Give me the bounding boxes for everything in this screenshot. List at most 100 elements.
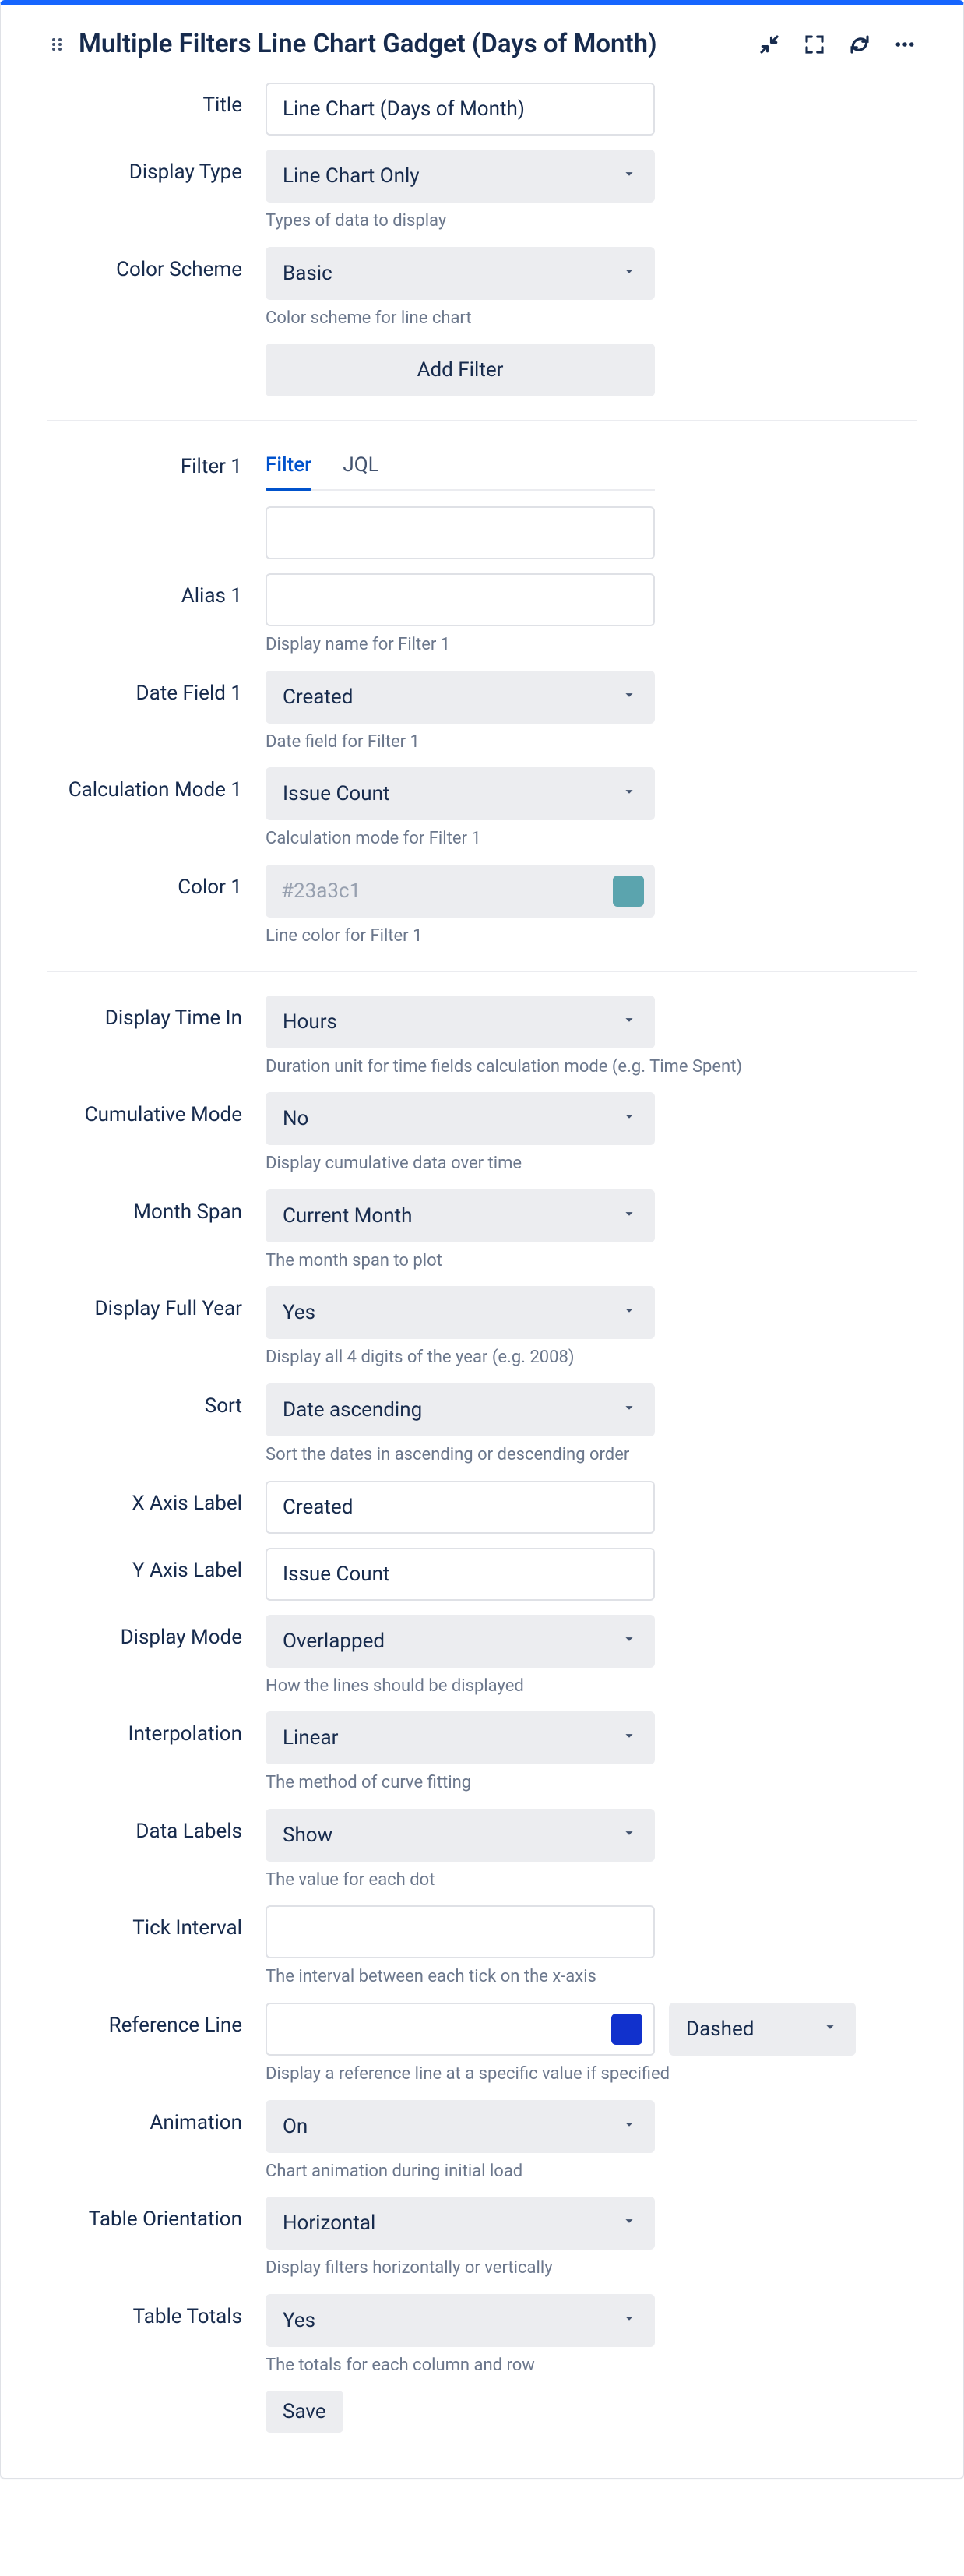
date-field1-select[interactable]: Created [266, 671, 655, 724]
label-month-span: Month Span [47, 1189, 266, 1224]
chevron-down-icon [621, 2309, 638, 2332]
color1-picker[interactable]: #23a3c1 [266, 865, 655, 918]
filter1-tabs: Filter JQL [266, 444, 655, 491]
chevron-down-icon [621, 1824, 638, 1847]
label-color1: Color 1 [47, 865, 266, 899]
helper-display-time-in: Duration unit for time fields calculatio… [266, 1056, 917, 1079]
helper-table-totals: The totals for each column and row [266, 2355, 655, 2377]
filter1-input[interactable] [266, 506, 655, 559]
display-full-year-select[interactable]: Yes [266, 1286, 655, 1339]
data-labels-value: Show [283, 1824, 332, 1847]
title-input[interactable] [266, 83, 655, 136]
label-date-field1: Date Field 1 [47, 671, 266, 705]
label-tick-interval: Tick Interval [47, 1905, 266, 1940]
display-mode-value: Overlapped [283, 1630, 385, 1653]
table-totals-select[interactable]: Yes [266, 2294, 655, 2347]
cumulative-mode-select[interactable]: No [266, 1092, 655, 1145]
label-color-scheme: Color Scheme [47, 247, 266, 281]
label-display-mode: Display Mode [47, 1615, 266, 1649]
table-orientation-value: Horizontal [283, 2211, 375, 2235]
chevron-down-icon [621, 2115, 638, 2138]
color-scheme-value: Basic [283, 262, 332, 285]
chevron-down-icon [621, 685, 638, 709]
label-reference-line: Reference Line [47, 2003, 266, 2037]
helper-calc-mode1: Calculation mode for Filter 1 [266, 828, 655, 851]
chevron-down-icon [621, 164, 638, 188]
calc-mode1-value: Issue Count [283, 782, 389, 805]
label-title: Title [47, 83, 266, 117]
minimize-icon[interactable] [758, 33, 781, 56]
helper-color-scheme: Color scheme for line chart [266, 308, 655, 330]
display-type-value: Line Chart Only [283, 164, 420, 188]
reference-line-input-wrap [266, 2003, 655, 2056]
chevron-down-icon [621, 1726, 638, 1750]
color1-swatch [613, 876, 644, 907]
helper-sort: Sort the dates in ascending or descendin… [266, 1444, 655, 1467]
table-totals-value: Yes [283, 2309, 315, 2332]
month-span-select[interactable]: Current Month [266, 1189, 655, 1242]
chevron-down-icon [822, 2017, 839, 2041]
label-table-totals: Table Totals [47, 2294, 266, 2328]
reference-line-swatch[interactable] [611, 2014, 642, 2045]
chevron-down-icon [621, 1301, 638, 1324]
display-mode-select[interactable]: Overlapped [266, 1615, 655, 1668]
chevron-down-icon [621, 262, 638, 285]
section-divider [47, 971, 917, 972]
label-cumulative-mode: Cumulative Mode [47, 1092, 266, 1126]
reference-line-style-select[interactable]: Dashed [669, 2003, 856, 2056]
refresh-icon[interactable] [848, 33, 871, 56]
sort-select[interactable]: Date ascending [266, 1383, 655, 1436]
helper-month-span: The month span to plot [266, 1250, 655, 1273]
helper-date-field1: Date field for Filter 1 [266, 731, 655, 754]
gadget-title: Multiple Filters Line Chart Gadget (Days… [79, 29, 758, 59]
helper-animation: Chart animation during initial load [266, 2161, 655, 2183]
month-span-value: Current Month [283, 1204, 412, 1228]
color-scheme-select[interactable]: Basic [266, 247, 655, 300]
more-icon[interactable] [893, 33, 917, 56]
helper-color1: Line color for Filter 1 [266, 925, 655, 948]
label-calc-mode1: Calculation Mode 1 [47, 767, 266, 802]
cumulative-mode-value: No [283, 1107, 308, 1130]
chevron-down-icon [621, 1204, 638, 1228]
calc-mode1-select[interactable]: Issue Count [266, 767, 655, 820]
drag-handle-icon[interactable] [47, 35, 66, 54]
table-orientation-select[interactable]: Horizontal [266, 2197, 655, 2250]
maximize-icon[interactable] [803, 33, 826, 56]
interpolation-select[interactable]: Linear [266, 1711, 655, 1764]
label-alias1: Alias 1 [47, 573, 266, 608]
gadget-panel: Multiple Filters Line Chart Gadget (Days… [0, 0, 964, 2479]
sort-value: Date ascending [283, 1398, 422, 1422]
color1-hex: #23a3c1 [281, 879, 613, 903]
section-divider [47, 420, 917, 421]
gadget-header: Multiple Filters Line Chart Gadget (Days… [1, 5, 963, 83]
config-form: Title Display Type Line Chart Only Types… [1, 83, 963, 2433]
tick-interval-input[interactable] [266, 1905, 655, 1958]
display-time-in-select[interactable]: Hours [266, 996, 655, 1048]
chevron-down-icon [621, 2211, 638, 2235]
helper-alias1: Display name for Filter 1 [266, 634, 655, 657]
y-axis-input[interactable] [266, 1548, 655, 1601]
display-type-select[interactable]: Line Chart Only [266, 150, 655, 203]
interpolation-value: Linear [283, 1726, 338, 1750]
label-filter1: Filter 1 [47, 444, 266, 478]
chevron-down-icon [621, 1398, 638, 1422]
label-table-orientation: Table Orientation [47, 2197, 266, 2231]
label-animation: Animation [47, 2100, 266, 2134]
tab-filter[interactable]: Filter [266, 444, 311, 489]
animation-select[interactable]: On [266, 2100, 655, 2153]
alias1-input[interactable] [266, 573, 655, 626]
display-time-in-value: Hours [283, 1010, 337, 1034]
reference-line-style-value: Dashed [686, 2017, 754, 2041]
chevron-down-icon [621, 1107, 638, 1130]
label-x-axis: X Axis Label [47, 1481, 266, 1515]
helper-table-orientation: Display filters horizontally or vertical… [266, 2257, 655, 2280]
reference-line-input[interactable] [283, 2017, 611, 2042]
save-button[interactable]: Save [266, 2391, 343, 2433]
data-labels-select[interactable]: Show [266, 1809, 655, 1862]
x-axis-input[interactable] [266, 1481, 655, 1534]
tab-jql[interactable]: JQL [343, 444, 378, 489]
animation-value: On [283, 2115, 308, 2138]
add-filter-button[interactable]: Add Filter [266, 344, 655, 396]
helper-reference-line: Display a reference line at a specific v… [266, 2063, 917, 2086]
chevron-down-icon [621, 1630, 638, 1653]
